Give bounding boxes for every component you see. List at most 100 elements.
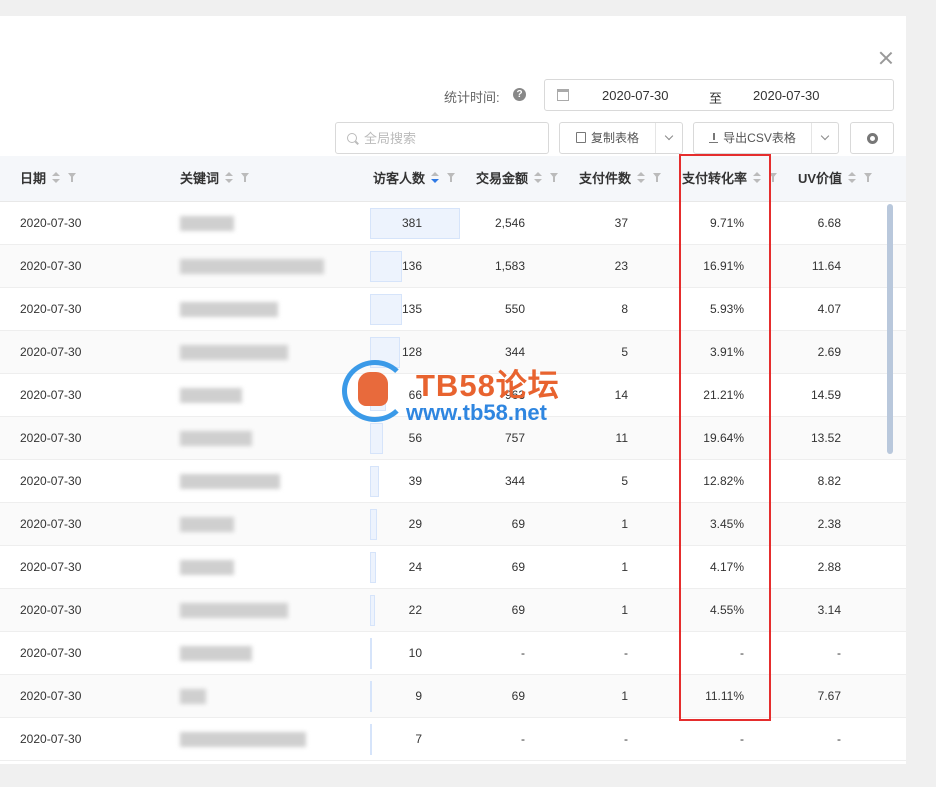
cell-uv-value: 13.52 <box>810 431 841 445</box>
keyword-blurred <box>180 732 306 747</box>
cell-uv-value: 3.14 <box>817 603 841 617</box>
export-csv-button[interactable]: 导出CSV表格 <box>693 122 839 154</box>
cell-pieces: 23 <box>614 259 628 273</box>
copy-table-label: 复制表格 <box>590 131 639 145</box>
cell-visitors: 10 <box>408 646 422 660</box>
keyword-blurred <box>180 603 288 618</box>
table-row[interactable]: 2020-07-30 66 963 14 21.21% 14.59 <box>0 374 906 417</box>
keyword-blurred <box>180 388 242 403</box>
cell-visitors: 136 <box>401 259 422 273</box>
cell-conversion: 3.45% <box>709 517 744 531</box>
table-row[interactable]: 2020-07-30 128 344 5 3.91% 2.69 <box>0 331 906 374</box>
cell-conversion: 16.91% <box>703 259 744 273</box>
sort-icon[interactable] <box>52 171 61 184</box>
column-header-date[interactable]: 日期 <box>20 156 77 202</box>
cell-amount: 550 <box>504 302 525 316</box>
date-start[interactable]: 2020-07-30 <box>602 88 669 103</box>
keyword-blurred <box>180 345 288 360</box>
date-separator: 至 <box>709 91 723 106</box>
column-header-conversion[interactable]: 支付转化率 <box>682 156 778 202</box>
cell-date: 2020-07-30 <box>20 259 82 273</box>
column-header-keyword[interactable]: 关键词 <box>180 156 250 202</box>
cell-conversion: 3.91% <box>709 345 744 359</box>
column-header-uv-value[interactable]: UV价值 <box>798 156 873 202</box>
keyword-blurred <box>180 646 252 661</box>
cell-date: 2020-07-30 <box>20 689 82 703</box>
date-range-picker[interactable]: 2020-07-30 至 2020-07-30 <box>544 79 894 111</box>
filter-icon[interactable] <box>68 173 77 183</box>
cell-uv-value: 4.07 <box>817 302 841 316</box>
column-header-pieces[interactable]: 支付件数 <box>579 156 662 202</box>
table-row[interactable]: 2020-07-30 10 - - - - <box>0 632 906 675</box>
cell-conversion: - <box>740 646 744 660</box>
vertical-scrollbar[interactable] <box>887 204 893 454</box>
filter-icon[interactable] <box>864 173 873 183</box>
calendar-icon <box>557 89 569 101</box>
sort-icon[interactable] <box>753 171 762 184</box>
copy-icon <box>575 132 586 143</box>
date-end[interactable]: 2020-07-30 <box>753 88 820 103</box>
cell-conversion: 4.17% <box>709 560 744 574</box>
cell-uv-value: 14.59 <box>810 388 841 402</box>
sort-icon[interactable] <box>637 171 646 184</box>
cell-conversion: 9.71% <box>709 216 744 230</box>
stat-time-label: 统计时间: <box>444 90 500 105</box>
copy-table-button[interactable]: 复制表格 <box>559 122 683 154</box>
table-row[interactable]: 2020-07-30 22 69 1 4.55% 3.14 <box>0 589 906 632</box>
table-row[interactable]: 2020-07-30 29 69 1 3.45% 2.38 <box>0 503 906 546</box>
cell-conversion: 5.93% <box>709 302 744 316</box>
filter-icon[interactable] <box>550 173 559 183</box>
help-icon[interactable]: ? <box>513 88 526 101</box>
filter-icon[interactable] <box>769 173 778 183</box>
sort-icon[interactable] <box>225 171 234 184</box>
keyword-blurred <box>180 302 278 317</box>
table-row[interactable]: 2020-07-30 9 69 1 11.11% 7.67 <box>0 675 906 718</box>
cell-pieces: 11 <box>615 431 628 445</box>
settings-button[interactable] <box>850 122 894 154</box>
cell-visitors: 56 <box>408 431 422 445</box>
close-icon[interactable] <box>877 49 895 67</box>
filter-icon[interactable] <box>241 173 250 183</box>
cell-date: 2020-07-30 <box>20 646 82 660</box>
table-row[interactable]: 2020-07-30 7 - - - - <box>0 718 906 761</box>
cell-amount: 69 <box>511 517 525 531</box>
sort-desc-icon[interactable] <box>431 171 440 184</box>
cell-visitors: 29 <box>408 517 422 531</box>
table-row[interactable]: 2020-07-30 56 757 11 19.64% 13.52 <box>0 417 906 460</box>
global-search[interactable] <box>335 122 549 154</box>
cell-date: 2020-07-30 <box>20 474 82 488</box>
cell-visitors: 24 <box>408 560 422 574</box>
chevron-down-icon[interactable] <box>655 123 683 153</box>
cell-visitors: 381 <box>401 216 422 230</box>
cell-pieces: 1 <box>621 560 628 574</box>
keyword-blurred <box>180 431 252 446</box>
filter-icon[interactable] <box>447 173 456 183</box>
table-row[interactable]: 2020-07-30 39 344 5 12.82% 8.82 <box>0 460 906 503</box>
keyword-blurred <box>180 474 280 489</box>
cell-amount: 963 <box>504 388 525 402</box>
column-header-visitors[interactable]: 访客人数 <box>373 156 456 202</box>
keyword-blurred <box>180 216 234 231</box>
cell-pieces: - <box>624 732 628 746</box>
chevron-down-icon[interactable] <box>811 123 839 153</box>
keyword-blurred <box>180 259 324 274</box>
search-input[interactable] <box>364 129 539 147</box>
cell-conversion: 11.11% <box>705 689 744 703</box>
download-icon <box>709 133 719 143</box>
cell-date: 2020-07-30 <box>20 517 82 531</box>
sort-icon[interactable] <box>848 171 857 184</box>
cell-pieces: 14 <box>614 388 628 402</box>
table-row[interactable]: 2020-07-30 136 1,583 23 16.91% 11.64 <box>0 245 906 288</box>
filter-icon[interactable] <box>653 173 662 183</box>
column-header-amount[interactable]: 交易金额 <box>476 156 559 202</box>
cell-conversion: 19.64% <box>703 431 744 445</box>
table-row[interactable]: 2020-07-30 24 69 1 4.17% 2.88 <box>0 546 906 589</box>
keyword-blurred <box>180 689 206 704</box>
table-row[interactable]: 2020-07-30 381 2,546 37 9.71% 6.68 <box>0 202 906 245</box>
sort-icon[interactable] <box>534 171 543 184</box>
cell-conversion: 12.82% <box>703 474 744 488</box>
cell-visitors: 66 <box>408 388 422 402</box>
table-row[interactable]: 2020-07-30 135 550 8 5.93% 4.07 <box>0 288 906 331</box>
cell-amount: - <box>521 732 525 746</box>
cell-amount: 344 <box>504 474 525 488</box>
